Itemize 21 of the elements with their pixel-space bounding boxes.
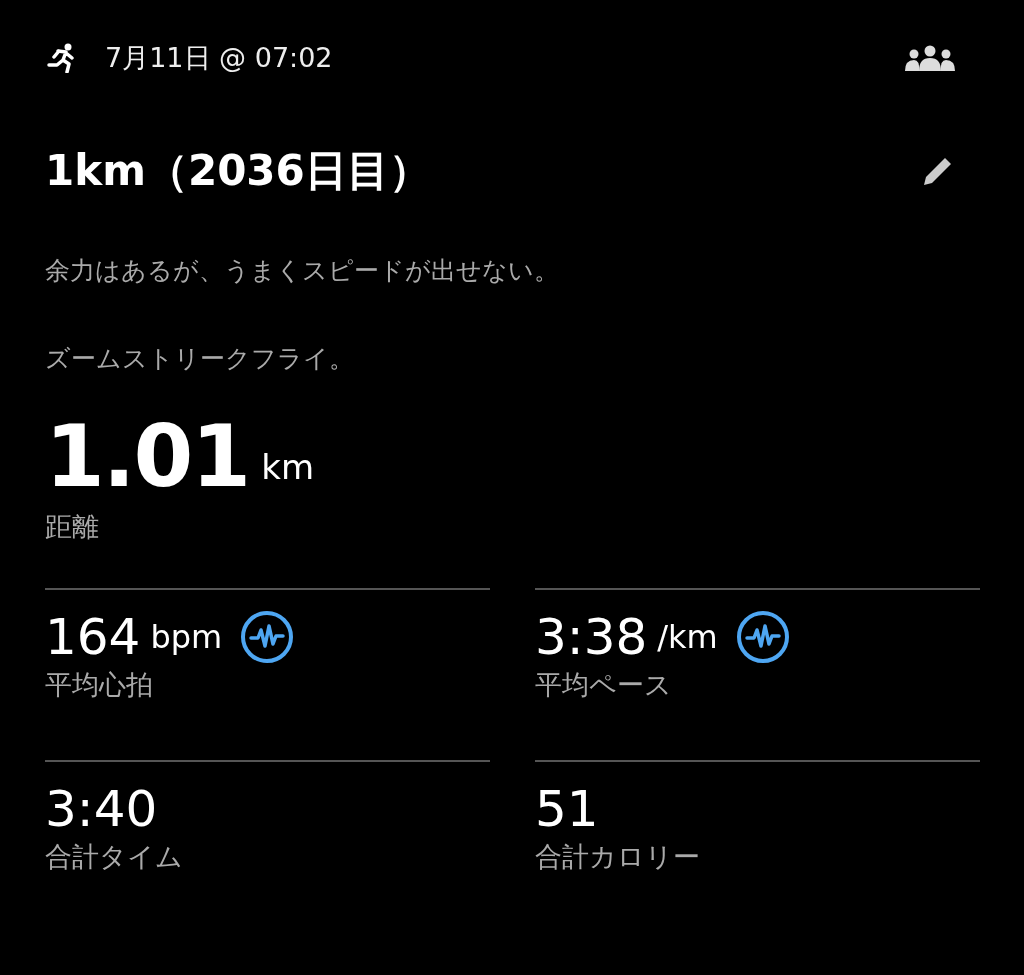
stat-unit: /km bbox=[657, 617, 718, 658]
stat-label: 合計タイム bbox=[45, 839, 184, 874]
stat-label: 平均心拍 bbox=[45, 667, 154, 702]
activity-title: 1km（2036日目） bbox=[45, 150, 431, 192]
distance-unit: km bbox=[261, 446, 314, 489]
heart-rate-icon[interactable] bbox=[240, 610, 295, 664]
distance-value: 1.01 bbox=[45, 413, 250, 499]
stat-value: 3:40 bbox=[45, 781, 158, 837]
distance-label: 距離 bbox=[45, 510, 100, 544]
stat-label: 平均ペース bbox=[535, 667, 673, 702]
stat-value: 164 bbox=[45, 609, 141, 665]
stat-unit: bpm bbox=[150, 617, 223, 658]
date-time: 7月11日 @ 07:02 bbox=[105, 40, 333, 75]
note-text: ズームストリークフライ。 bbox=[45, 342, 355, 375]
note-text: 余力はあるが、うまくスピードが出せない。 bbox=[45, 255, 560, 287]
group-icon[interactable] bbox=[904, 45, 956, 71]
stat-value: 51 bbox=[535, 781, 599, 837]
runner-icon bbox=[45, 43, 77, 73]
heart-rate-icon[interactable] bbox=[735, 610, 790, 664]
stat-label: 合計カロリー bbox=[535, 839, 701, 874]
stat-value: 3:38 bbox=[535, 609, 648, 665]
